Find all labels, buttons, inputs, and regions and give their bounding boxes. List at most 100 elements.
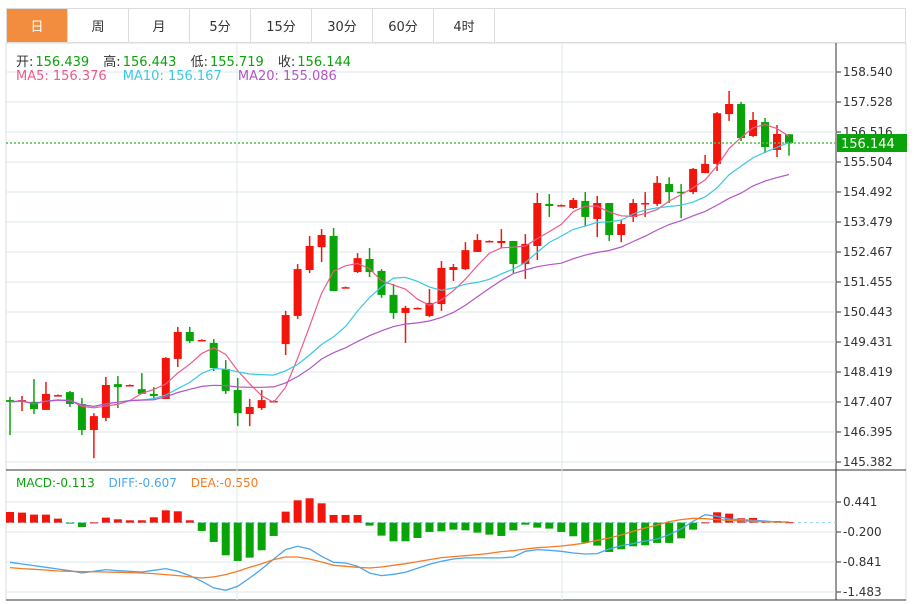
macd-bar — [185, 520, 194, 523]
y-tick-label: 145.382 — [843, 455, 893, 469]
y-tick-label: 151.455 — [843, 275, 893, 289]
macd-bar — [329, 514, 338, 523]
low-label: 低: — [190, 55, 208, 70]
candle-body — [413, 307, 422, 310]
macd-bar — [701, 522, 710, 524]
macd-bar — [533, 522, 542, 528]
candle — [173, 326, 182, 367]
macd-bar — [161, 510, 170, 523]
candle-body — [473, 240, 482, 252]
candle — [569, 197, 578, 209]
candle — [197, 339, 206, 342]
candle-body — [209, 342, 218, 369]
macd-bar — [101, 517, 110, 523]
candle — [341, 286, 350, 289]
candle-body — [389, 294, 398, 313]
open-label: 开: — [16, 55, 34, 70]
macd-info: MACD:-0.113 DIFF:-0.607 DEA:-0.550 — [16, 476, 260, 490]
candle-body — [341, 287, 350, 289]
candle-body — [257, 400, 266, 409]
candle — [629, 199, 638, 222]
candle — [125, 384, 134, 387]
macd-bar — [89, 522, 98, 524]
candle — [461, 242, 470, 270]
y-tick-label: 157.528 — [843, 95, 893, 109]
y-tick-label: 153.479 — [843, 215, 893, 229]
candle — [233, 377, 242, 427]
candle — [245, 398, 254, 427]
candle-body — [521, 243, 530, 265]
macd-bar — [281, 511, 290, 523]
candle-body — [185, 331, 194, 342]
macd-y-tick-label: -1.483 — [843, 585, 882, 599]
macd-bar — [389, 522, 398, 542]
macd-bar — [29, 514, 38, 523]
candle — [413, 307, 422, 310]
ma20-value: MA20: 155.086 — [237, 69, 337, 84]
y-tick-label: 150.443 — [843, 305, 893, 319]
candle — [209, 339, 218, 372]
candle-body — [449, 267, 458, 270]
macd-bar — [245, 522, 254, 558]
candle — [497, 229, 506, 249]
candle — [581, 192, 590, 227]
macd-bar — [149, 517, 158, 523]
macd-bar — [353, 514, 362, 523]
candle-body — [545, 203, 554, 206]
y-tick-label: 146.395 — [843, 425, 893, 439]
candle-body — [221, 368, 230, 391]
candle-body — [77, 403, 86, 431]
candle-body — [245, 406, 254, 415]
candle-body — [125, 384, 134, 387]
candle — [725, 90, 734, 121]
current-price-label: 156.144 — [841, 137, 895, 152]
macd-bar — [41, 514, 50, 523]
candle-body — [281, 315, 290, 345]
candle — [221, 360, 230, 394]
candle-body — [605, 203, 614, 236]
candle — [593, 195, 602, 238]
candle-body — [653, 182, 662, 204]
macd-bar — [6, 511, 14, 523]
candle-body — [305, 245, 314, 270]
macd-value: MACD:-0.113 — [16, 476, 95, 490]
macd-y-tick-label: -0.200 — [843, 525, 882, 539]
candle — [293, 264, 302, 319]
macd-bar — [377, 522, 386, 536]
macd-bar — [257, 522, 266, 551]
candle-body — [581, 200, 590, 217]
candle-body — [317, 235, 326, 248]
macd-bar — [581, 522, 590, 543]
candle-body — [617, 224, 626, 236]
candle — [185, 326, 194, 343]
candle-body — [785, 134, 793, 144]
candle — [617, 219, 626, 243]
candle-body — [197, 339, 206, 342]
candle — [761, 117, 770, 154]
ma5-value: MA5: 156.376 — [16, 69, 107, 84]
candle-body — [533, 203, 542, 246]
candle-body — [329, 235, 338, 292]
candle-body — [173, 331, 182, 359]
macd-bar — [401, 522, 410, 542]
candle-body — [485, 240, 494, 243]
macd-bar — [473, 522, 482, 533]
candle — [161, 357, 170, 399]
close-value: 156.144 — [297, 55, 352, 70]
macd-y-tick-label: -0.841 — [843, 555, 882, 569]
chart-canvas[interactable]: 158.540157.528156.516155.504154.492153.4… — [0, 0, 914, 604]
macd-bar — [233, 522, 242, 561]
macd-bar — [17, 512, 26, 523]
macd-bar — [173, 511, 182, 523]
candle — [377, 269, 386, 298]
macd-bar — [545, 522, 554, 529]
candle-body — [461, 250, 470, 270]
macd-bar — [53, 518, 62, 523]
high-label: 高: — [103, 55, 121, 70]
candle-body — [725, 104, 734, 115]
kline-chart-widget: 日 周 月 5分 15分 30分 60分 4时 158.540 157.528 15… — [0, 0, 914, 604]
candle-body — [113, 384, 122, 388]
candle-body — [101, 384, 110, 418]
y-tick-label: 154.492 — [843, 185, 893, 199]
macd-bar — [413, 522, 422, 538]
